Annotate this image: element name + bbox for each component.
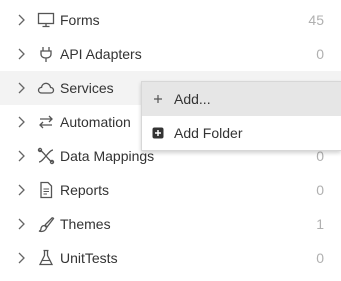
item-count: 0 <box>316 182 324 198</box>
context-menu: Add... Add Folder <box>141 81 341 151</box>
chevron-right-icon[interactable] <box>16 217 28 231</box>
item-count: 45 <box>308 12 324 28</box>
flask-icon <box>37 249 55 267</box>
chevron-right-icon[interactable] <box>16 13 28 27</box>
chevron-right-icon[interactable] <box>16 149 28 163</box>
mapping-icon <box>37 147 55 165</box>
brush-icon <box>37 215 55 233</box>
menu-item-add-folder[interactable]: Add Folder <box>142 116 341 150</box>
cloud-icon <box>37 79 55 97</box>
arrows-swap-icon <box>37 113 55 131</box>
tree-item-forms[interactable]: Forms 45 <box>0 3 341 37</box>
chevron-right-icon[interactable] <box>16 183 28 197</box>
menu-item-label: Add... <box>174 91 211 107</box>
tree-item-label: API Adapters <box>60 46 142 62</box>
tree-item-label: Themes <box>60 216 111 232</box>
plus-icon <box>152 93 164 105</box>
tree-item-label: Automation <box>60 114 131 130</box>
add-folder-icon <box>152 127 164 139</box>
tree-item-label: Services <box>60 80 114 96</box>
chevron-right-icon[interactable] <box>16 47 28 61</box>
tree-item-label: Forms <box>60 12 100 28</box>
item-count: 0 <box>316 46 324 62</box>
menu-item-add[interactable]: Add... <box>142 82 341 116</box>
monitor-icon <box>37 11 55 29</box>
tree-item-unittests[interactable]: UnitTests 0 <box>0 241 341 275</box>
menu-item-label: Add Folder <box>174 125 243 141</box>
tree-item-label: UnitTests <box>60 250 118 266</box>
tree-item-api-adapters[interactable]: API Adapters 0 <box>0 37 341 71</box>
plug-icon <box>37 45 55 63</box>
chevron-right-icon[interactable] <box>16 115 28 129</box>
tree-item-reports[interactable]: Reports 0 <box>0 173 341 207</box>
tree-item-label: Reports <box>60 182 110 198</box>
item-count: 1 <box>316 216 324 232</box>
document-icon <box>37 181 55 199</box>
tree-item-themes[interactable]: Themes 1 <box>0 207 341 241</box>
chevron-right-icon[interactable] <box>16 251 28 265</box>
chevron-right-icon[interactable] <box>16 81 28 95</box>
item-count: 0 <box>316 250 324 266</box>
